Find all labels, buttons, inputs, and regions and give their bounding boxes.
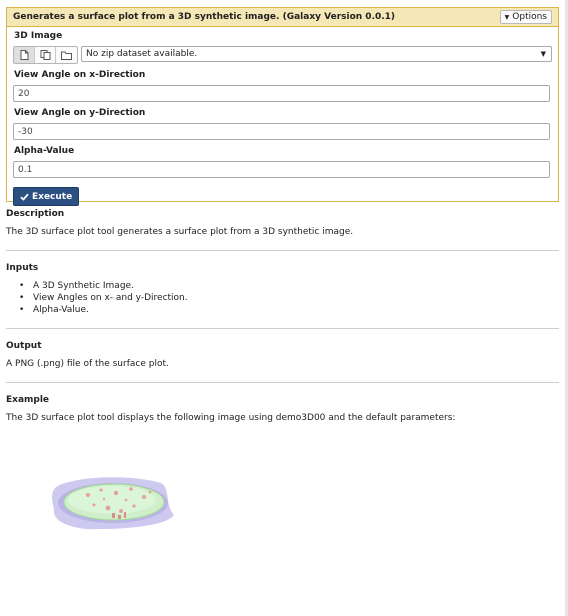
- alpha-label: Alpha-Value: [14, 146, 75, 156]
- image-label: 3D Image: [14, 31, 63, 41]
- chevron-down-icon: ▼: [540, 50, 546, 58]
- angle-y-label: View Angle on y-Direction: [14, 108, 146, 118]
- inputs-heading: Inputs: [6, 263, 39, 273]
- divider: [6, 328, 559, 329]
- inputs-list: A 3D Synthetic Image. View Angles on x- …: [6, 280, 559, 316]
- example-surface-plot-image: [52, 477, 174, 530]
- output-heading: Output: [6, 341, 42, 351]
- angle-x-input[interactable]: 20: [13, 85, 550, 102]
- dataset-mode-buttons: [13, 46, 78, 64]
- checkmark-icon: [20, 193, 29, 201]
- tool-title: Generates a surface plot from a 3D synth…: [13, 12, 396, 22]
- folder-button[interactable]: [56, 47, 77, 63]
- angle-y-input[interactable]: -30: [13, 123, 550, 140]
- multiple-datasets-icon: [40, 50, 50, 60]
- output-text: A PNG (.png) file of the surface plot.: [6, 359, 169, 369]
- single-dataset-button[interactable]: [14, 47, 35, 63]
- list-item: View Angles on x- and y-Direction.: [19, 292, 559, 304]
- single-dataset-icon: [20, 50, 28, 60]
- multiple-datasets-button[interactable]: [35, 47, 56, 63]
- example-text: The 3D surface plot tool displays the fo…: [6, 413, 456, 423]
- description-heading: Description: [6, 209, 65, 219]
- dataset-select-value: No zip dataset available.: [86, 49, 198, 59]
- list-item: Alpha-Value.: [19, 304, 559, 316]
- dataset-select[interactable]: No zip dataset available. ▼: [81, 46, 552, 62]
- execute-label: Execute: [32, 191, 73, 202]
- alpha-input[interactable]: 0.1: [13, 161, 550, 178]
- description-text: The 3D surface plot tool generates a sur…: [6, 227, 354, 237]
- options-button[interactable]: ▼ Options: [499, 10, 552, 24]
- list-item: A 3D Synthetic Image.: [19, 280, 559, 292]
- tool-help: Description The 3D surface plot tool gen…: [6, 208, 559, 424]
- caret-down-icon: ▼: [504, 13, 510, 21]
- divider: [6, 250, 559, 251]
- example-heading: Example: [6, 395, 50, 405]
- tool-header: Generates a surface plot from a 3D synth…: [7, 8, 558, 27]
- tool-form-panel: Generates a surface plot from a 3D synth…: [6, 7, 559, 206]
- angle-x-label: View Angle on x-Direction: [14, 70, 146, 80]
- divider: [6, 382, 559, 383]
- options-label: Options: [512, 12, 547, 22]
- folder-icon: [61, 51, 72, 60]
- execute-button[interactable]: Execute: [13, 187, 80, 206]
